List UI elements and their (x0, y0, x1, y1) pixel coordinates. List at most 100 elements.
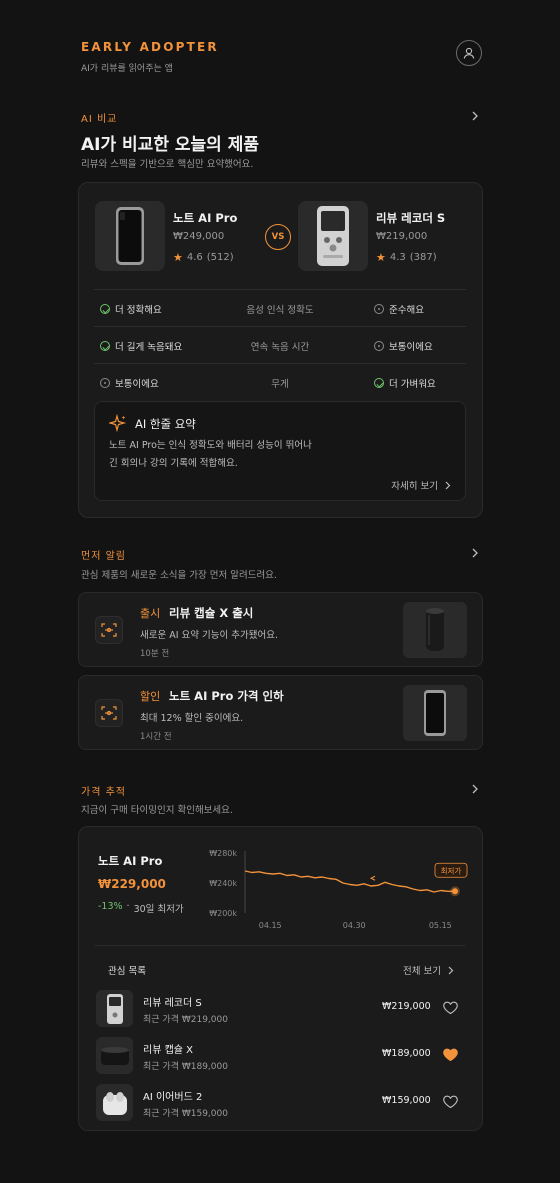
product-rating-left: ★ 4.6 (512) (173, 251, 234, 264)
tracking-more-chevron-icon[interactable] (468, 782, 482, 796)
review-count: (512) (206, 252, 234, 263)
trend-arrow-icon (369, 875, 376, 881)
summary-more-link[interactable]: 자세히 보기 (391, 478, 451, 492)
product-name-left: 노트 AI Pro (173, 211, 238, 225)
user-icon (463, 47, 475, 59)
heart-filled-icon[interactable] (442, 1046, 459, 1063)
ai-summary-text: 노트 AI Pro는 인식 정확도와 배터리 성능이 뛰어나 긴 회의나 강의 … (109, 437, 439, 473)
watchlist-item-name: AI 이어버드 2 (143, 1092, 203, 1103)
rating-value: 4.6 (186, 252, 203, 263)
alert-card[interactable]: 할인 노트 AI Pro 가격 인하 최대 12% 할인 중이에요. 1시간 전 (78, 675, 483, 750)
alert-scan-icon (95, 616, 123, 644)
compare-right-value: 더 가벼워요 (389, 379, 436, 390)
summary-more-label: 자세히 보기 (391, 481, 438, 492)
watchlist-item[interactable]: 리뷰 캡슐 X 최근 가격 ₩189,000 ₩189,000 (96, 1037, 466, 1077)
watchlist-item-image (96, 1037, 133, 1074)
alert-title: 노트 AI Pro 가격 인하 (169, 689, 284, 703)
tracking-section-label: 가격 추적 (81, 787, 126, 798)
watchlist-item-image (96, 1084, 133, 1121)
heart-outline-icon[interactable] (442, 1093, 459, 1110)
star-icon: ★ (376, 251, 386, 264)
chevron-right-icon (448, 966, 454, 974)
watchlist-item-price: ₩189,000 (382, 1048, 431, 1059)
tracked-product-price: ₩229,000 (98, 877, 166, 891)
compare-right-value: 보통이에요 (389, 342, 433, 353)
watchlist-more-label: 전체 보기 (403, 966, 441, 977)
sparkle-icon (109, 414, 127, 432)
alert-time: 1시간 전 (140, 732, 172, 742)
alerts-more-chevron-icon[interactable] (468, 546, 482, 560)
watchlist-item-price: ₩219,000 (382, 1001, 431, 1012)
summary-line: 노트 AI Pro는 인식 정확도와 배터리 성능이 뛰어나 (109, 440, 312, 451)
compare-right-value: 준수해요 (389, 305, 424, 316)
alert-product-image (403, 602, 467, 658)
ai-summary-title: AI 한줄 요약 (135, 417, 196, 431)
alerts-section-label: 먼저 알림 (81, 551, 126, 562)
star-icon: ★ (173, 251, 183, 264)
alert-description: 새로운 AI 요약 기능이 추가됐어요. (140, 630, 279, 641)
watchlist-more-link[interactable]: 전체 보기 (403, 963, 454, 977)
brand-tagline: AI가 리뷰를 읽어주는 앱 (81, 64, 173, 74)
alert-product-image (403, 685, 467, 741)
price-change: -13% · 30일 최저가 (98, 901, 184, 915)
compare-row-weight: 보통이에요 무게 더 가벼워요 (94, 363, 466, 400)
watchlist-item-recent: 최근 가격 ₩219,000 (143, 1015, 228, 1025)
compare-more-chevron-icon[interactable] (468, 109, 482, 123)
product-price-left: ₩249,000 (173, 231, 225, 242)
chart-x-tick-label: 04.15 (259, 921, 282, 930)
alert-tag: 출시 (140, 607, 161, 620)
app-header: EARLY ADOPTER AI가 리뷰를 읽어주는 앱 (81, 40, 219, 74)
price-low-note: 30일 최저가 (133, 904, 184, 915)
compare-section-label: AI 비교 (81, 114, 118, 125)
rating-value: 4.3 (389, 252, 406, 263)
chart-x-tick-label: 05.15 (429, 921, 452, 930)
check-icon (374, 378, 384, 388)
watchlist-item-price: ₩159,000 (382, 1095, 431, 1106)
brand-title: EARLY ADOPTER (81, 40, 219, 54)
ai-summary-box: AI 한줄 요약 노트 AI Pro는 인식 정확도와 배터리 성능이 뛰어나 … (94, 401, 466, 501)
watchlist-item-image (96, 990, 133, 1027)
chart-y-tick-label: ₩280k (209, 849, 237, 858)
chart-x-tick-label: 04.30 (343, 921, 366, 930)
watchlist-item-name: 리뷰 레코더 S (143, 998, 202, 1009)
compare-row-recording-time: 더 길게 녹음돼요 연속 녹음 시간 보통이에요 (94, 326, 466, 363)
alert-card[interactable]: 출시 리뷰 캡슐 X 출시 새로운 AI 요약 기능이 추가됐어요. 10분 전 (78, 592, 483, 667)
price-chart: ₩280k ₩240k ₩200k 04.15 04.30 05.15 최저가 (209, 849, 468, 930)
price-series-line (244, 870, 455, 893)
alert-description: 최대 12% 할인 중이에요. (140, 713, 244, 724)
neutral-icon (374, 341, 384, 351)
chevron-right-icon (445, 481, 451, 489)
watchlist-item-recent: 최근 가격 ₩159,000 (143, 1109, 228, 1119)
lowest-point-marker (452, 888, 458, 895)
compare-row-accuracy: 더 정확해요 음성 인식 정확도 준수해요 (94, 289, 466, 326)
profile-button[interactable] (456, 40, 482, 66)
chart-y-tick-label: ₩200k (209, 909, 237, 918)
tracking-section-subtitle: 지금이 구매 타이밍인지 확인해보세요. (81, 805, 233, 816)
neutral-icon (374, 304, 384, 314)
alerts-section-subtitle: 관심 제품의 새로운 소식을 가장 먼저 알려드려요. (81, 570, 277, 581)
alert-time: 10분 전 (140, 649, 170, 659)
product-price-right: ₩219,000 (376, 231, 428, 242)
price-change-percent: -13% (98, 901, 123, 912)
vs-badge: VS (265, 224, 291, 250)
product-image-note-ai-pro[interactable] (95, 201, 165, 271)
alert-title: 리뷰 캡슐 X 출시 (169, 606, 254, 620)
summary-line: 긴 회의나 강의 기록에 적합해요. (109, 458, 238, 469)
alert-tag: 할인 (140, 690, 161, 703)
watchlist-item[interactable]: 리뷰 레코더 S 최근 가격 ₩219,000 ₩219,000 (96, 990, 466, 1030)
lowest-price-badge-label: 최저가 (441, 865, 462, 875)
watchlist-title: 관심 목록 (108, 966, 146, 977)
product-rating-right: ★ 4.3 (387) (376, 251, 437, 264)
watchlist-divider (94, 945, 466, 946)
watchlist-item[interactable]: AI 이어버드 2 최근 가격 ₩159,000 ₩159,000 (96, 1084, 466, 1124)
heart-outline-icon[interactable] (442, 999, 459, 1016)
review-count: (387) (409, 252, 437, 263)
compare-section-subtitle: 리뷰와 스펙을 기반으로 핵심만 요약했어요. (81, 159, 254, 170)
alert-scan-icon (95, 699, 123, 727)
watchlist-item-name: 리뷰 캡슐 X (143, 1045, 194, 1056)
chart-y-tick-label: ₩240k (209, 879, 237, 888)
watchlist-item-recent: 최근 가격 ₩189,000 (143, 1062, 228, 1072)
compare-section-title: AI가 비교한 오늘의 제품 (81, 135, 259, 155)
product-name-right: 리뷰 레코더 S (376, 211, 446, 225)
product-image-review-recorder-s[interactable] (298, 201, 368, 271)
